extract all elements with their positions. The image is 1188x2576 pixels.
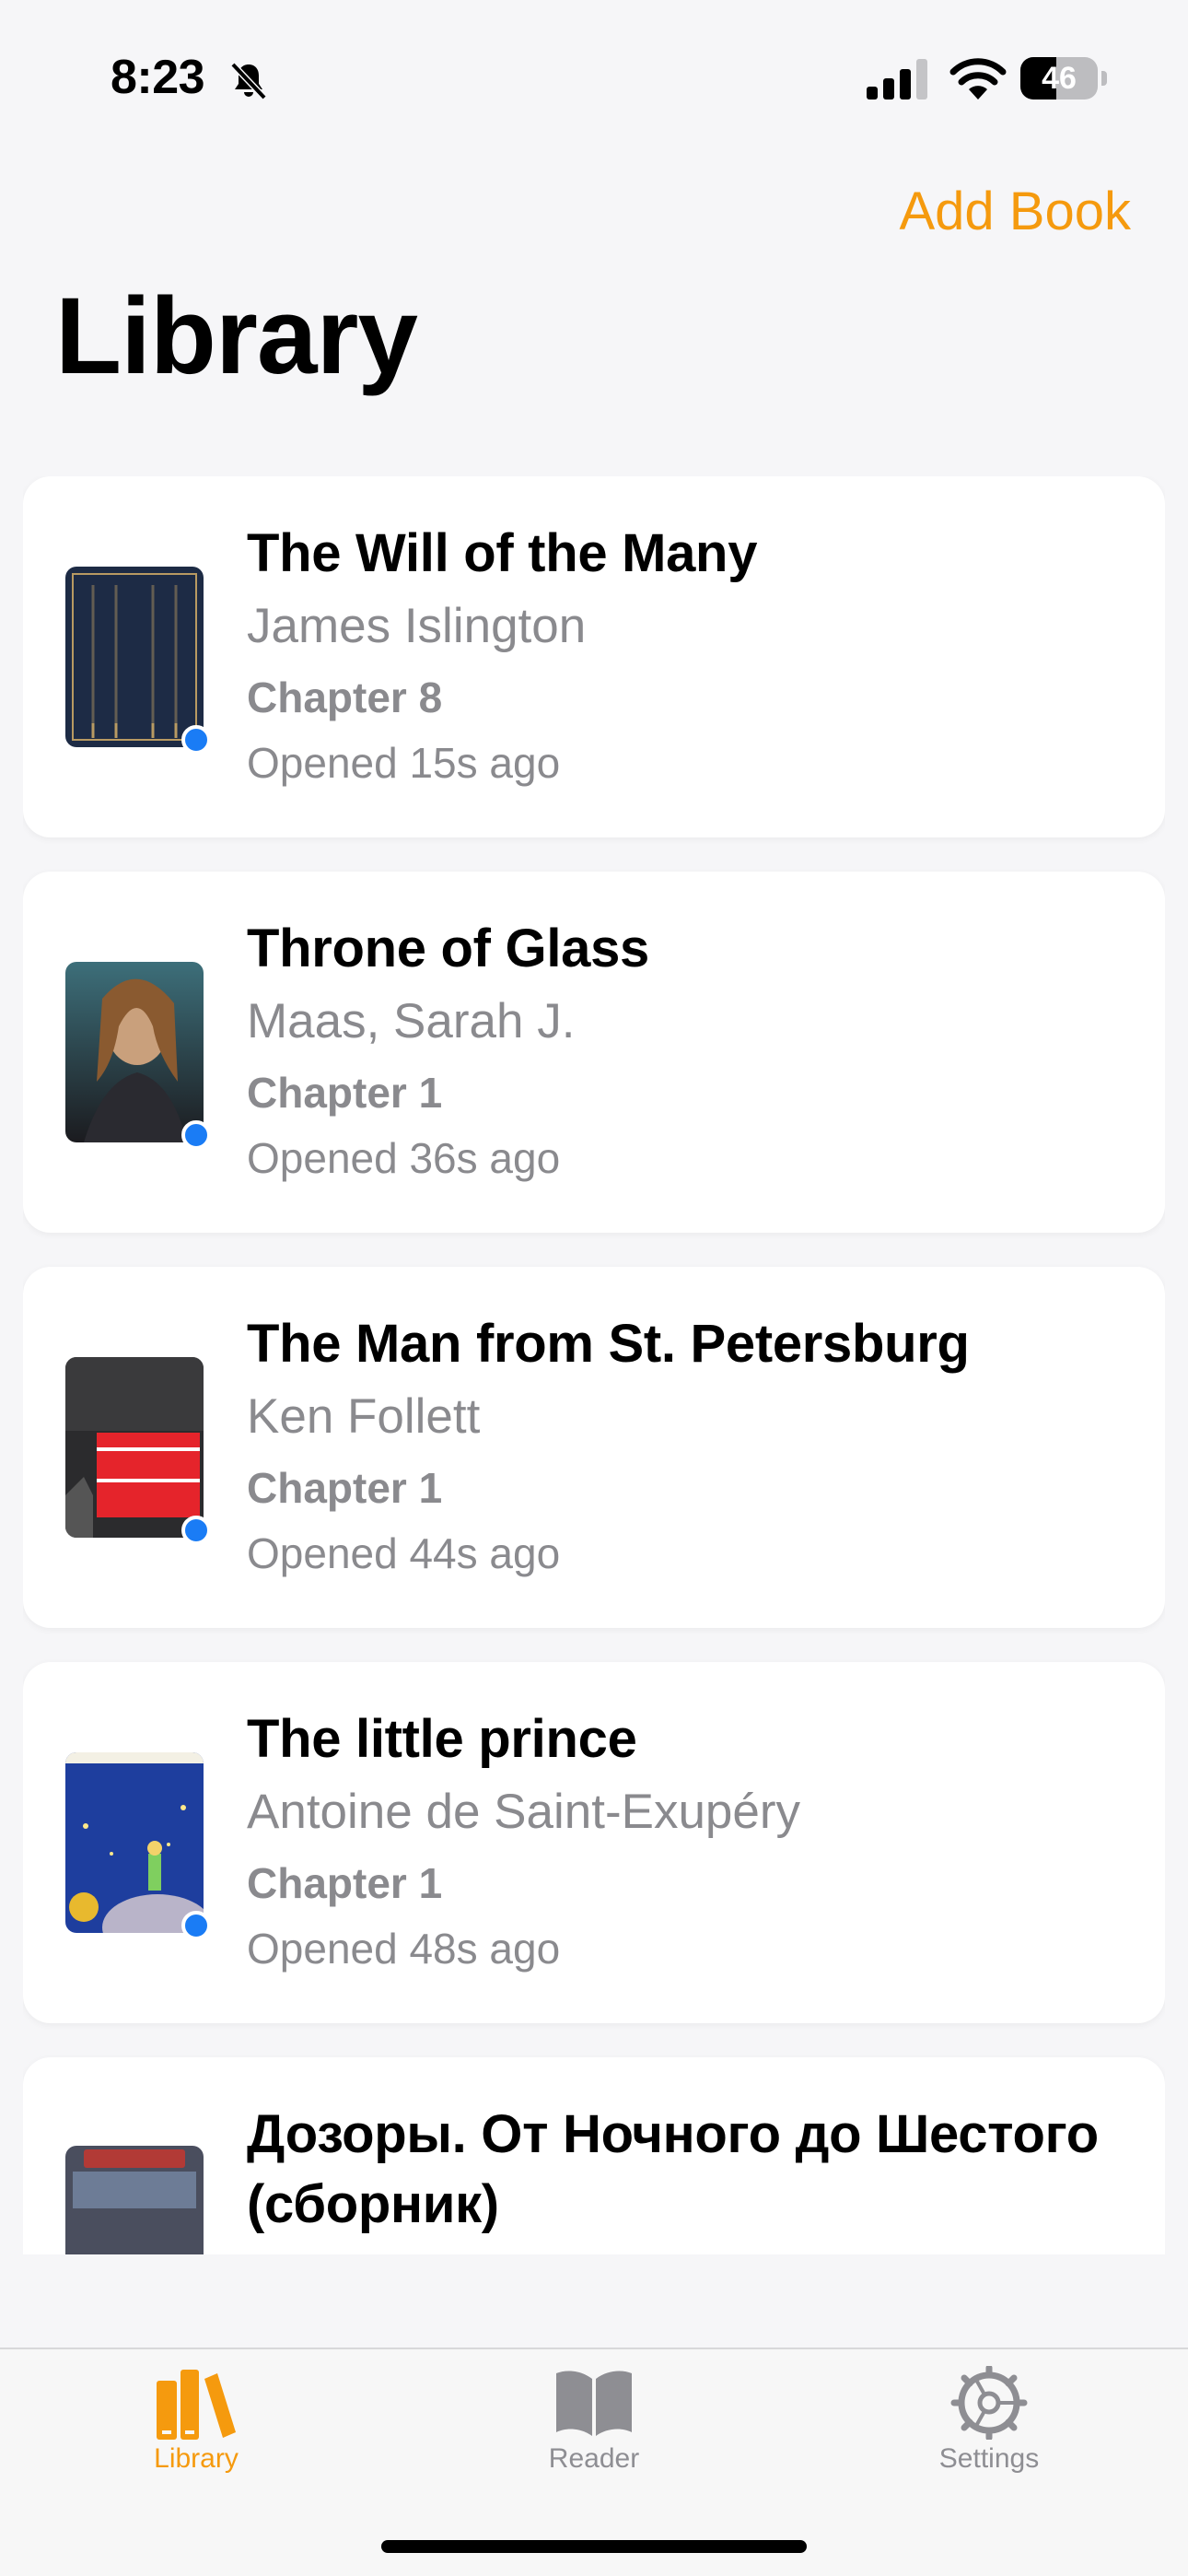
book-card[interactable]: Throne of Glass Maas, Sarah J. Chapter 1… [23,872,1165,1233]
book-last-opened: Opened 15s ago [247,739,561,787]
tab-label: Reader [548,2443,640,2474]
book-cover-art [65,1357,204,1538]
tab-reader[interactable]: Reader [502,2366,686,2475]
cellular-signal-icon [867,59,927,100]
book-last-opened: Opened 48s ago [247,1925,561,1973]
book-title: The Man from St. Petersburg [247,1314,970,1374]
book-card[interactable]: Дозоры. От Ночного до Шестого (сборник) [23,2057,1165,2254]
unread-indicator [181,1911,211,1940]
unread-indicator [181,1120,211,1150]
book-cover [65,962,211,1150]
battery-body: 46 [1020,57,1098,100]
unread-indicator [181,1516,211,1545]
book-cover-art [65,1752,204,1933]
book-author: Maas, Sarah J. [247,994,576,1048]
book-cover [65,1357,211,1545]
add-book-button[interactable]: Add Book [899,181,1131,242]
open-book-icon [556,2371,632,2436]
book-author: Ken Follett [247,1389,481,1444]
book-author: Antoine de Saint-Exupéry [247,1785,801,1839]
book-info: The little prince Antoine de Saint-Exupé… [247,1704,1137,1981]
book-chapter: Chapter 1 [247,1069,443,1117]
battery-icon: 46 [1020,57,1107,101]
book-cover-art [65,2146,204,2254]
book-card[interactable]: The Will of the Many James Islington Cha… [23,476,1165,837]
book-title: The little prince [247,1709,637,1769]
book-title: Throne of Glass [247,919,650,978]
book-card[interactable]: The little prince Antoine de Saint-Exupé… [23,1662,1165,2023]
book-cover-art [65,567,204,747]
tab-label: Settings [938,2443,1040,2474]
tab-library[interactable]: Library [104,2366,288,2475]
book-info: Throne of Glass Maas, Sarah J. Chapter 1… [247,914,1137,1190]
library-screen: 8:23 46 Add Book Library The Will of the… [0,0,1188,2576]
unread-indicator [181,725,211,755]
wifi-icon [949,58,1007,100]
book-last-opened: Opened 44s ago [247,1529,561,1577]
book-info: The Will of the Many James Islington Cha… [247,519,1137,795]
book-chapter: Chapter 8 [247,673,443,721]
book-cover [65,2146,204,2254]
book-list[interactable]: The Will of the Many James Islington Cha… [23,476,1165,2254]
book-chapter: Chapter 1 [247,1859,443,1907]
books-icon [157,2370,236,2440]
tab-settings[interactable]: Settings [897,2366,1081,2475]
home-indicator[interactable] [381,2540,807,2553]
battery-level: 46 [1042,61,1077,96]
book-cover-art [65,962,204,1142]
book-title: The Will of the Many [247,523,758,583]
book-cover [65,567,211,755]
battery-nub [1101,71,1107,86]
bell-slash-icon [230,62,267,100]
status-time: 8:23 [111,51,205,104]
book-author: James Islington [247,599,587,653]
book-last-opened: Opened 36s ago [247,1134,561,1182]
book-info: The Man from St. Petersburg Ken Follett … [247,1309,1137,1586]
book-card[interactable]: The Man from St. Petersburg Ken Follett … [23,1267,1165,1628]
book-title: Дозоры. От Ночного до Шестого (сборник) [247,2104,1099,2234]
book-chapter: Chapter 1 [247,1464,443,1512]
book-cover [65,1752,211,1940]
page-title: Library [55,275,418,397]
book-info: Дозоры. От Ночного до Шестого (сборник) [247,2100,1137,2240]
tab-label: Library [154,2443,239,2474]
gear-icon [950,2366,1028,2440]
